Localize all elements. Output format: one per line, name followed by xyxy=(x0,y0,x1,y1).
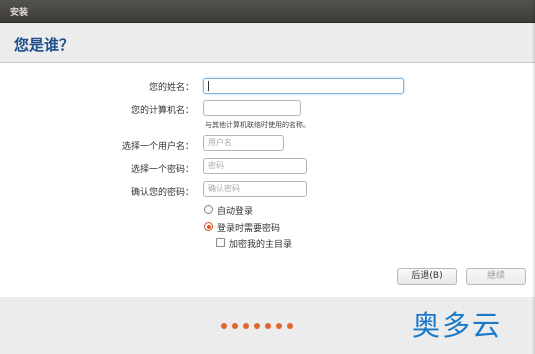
page-title: 您是谁？ xyxy=(14,36,75,54)
progress-dot xyxy=(254,323,260,329)
encrypt-home-label[interactable]: 加密我的主目录 xyxy=(229,237,292,250)
encrypt-home-checkbox[interactable] xyxy=(216,238,225,247)
progress-dots xyxy=(221,322,298,332)
password-input[interactable]: 密码 xyxy=(203,158,307,174)
computer-name-hint: 与其他计算机联络时使用的名称。 xyxy=(205,121,310,129)
progress-dot xyxy=(243,323,249,329)
continue-button[interactable]: 继续 xyxy=(466,268,526,285)
require-password-radio[interactable] xyxy=(204,222,213,231)
require-password-label[interactable]: 登录时需要密码 xyxy=(217,221,280,234)
progress-dot xyxy=(232,323,238,329)
window-titlebar: 安装 xyxy=(0,0,535,23)
password-label: 选择一个密码： xyxy=(130,165,194,175)
form-panel: 您的姓名： 您的计算机名： 与其他计算机联络时使用的名称。 选择一个用户名： 用… xyxy=(0,63,535,297)
progress-dot xyxy=(276,323,282,329)
progress-dot xyxy=(265,323,271,329)
computer-name-label: 您的计算机名： xyxy=(130,106,194,116)
computer-name-input[interactable] xyxy=(203,100,301,116)
back-button[interactable]: 后退(B) xyxy=(397,268,457,285)
auto-login-radio[interactable] xyxy=(204,205,213,214)
auto-login-label[interactable]: 自动登录 xyxy=(217,204,253,217)
progress-dot xyxy=(287,323,293,329)
username-label: 选择一个用户名： xyxy=(121,142,194,152)
confirm-password-label: 确认您的密码： xyxy=(130,188,194,198)
name-input[interactable] xyxy=(203,78,404,94)
username-input[interactable]: 用户名 xyxy=(203,135,284,151)
window-title: 安装 xyxy=(10,8,29,18)
watermark-logo: 奥多云 xyxy=(412,309,503,342)
confirm-password-input[interactable]: 确认密码 xyxy=(203,181,307,197)
text-caret xyxy=(208,80,209,91)
name-label: 您的姓名： xyxy=(148,83,194,93)
progress-dot xyxy=(221,323,227,329)
page-header: 您是谁？ xyxy=(0,23,535,63)
